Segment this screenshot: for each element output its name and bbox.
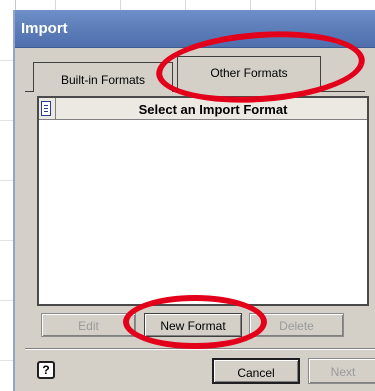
background-column-tick	[250, 0, 251, 10]
tab-label: Built-in Formats	[60, 73, 146, 87]
background-column-tick	[55, 0, 56, 10]
title-bar[interactable]: Import	[15, 10, 375, 48]
import-format-list[interactable]: Select an Import Format	[37, 96, 369, 306]
edit-button[interactable]: Edit	[41, 313, 136, 337]
help-icon[interactable]: ?	[37, 361, 55, 379]
new-format-button[interactable]: New Format	[144, 313, 242, 337]
background-top-strip	[0, 0, 375, 10]
background-column-tick	[315, 0, 316, 10]
dialog-title: Import	[21, 20, 68, 37]
next-button[interactable]: Next	[308, 358, 375, 384]
list-header: Select an Import Format	[39, 98, 367, 120]
delete-button[interactable]: Delete	[249, 313, 344, 337]
list-header-title: Select an Import Format	[138, 102, 288, 117]
tab-other-formats[interactable]: Other Formats	[177, 56, 321, 92]
list-header-divider	[55, 98, 56, 120]
footer-divider-highlight	[25, 349, 375, 350]
background-column-tick	[120, 0, 121, 10]
import-dialog: Import Built-in Formats Other Formats Se…	[13, 10, 375, 391]
tab-built-in-formats[interactable]: Built-in Formats	[33, 62, 173, 92]
column-chooser-icon[interactable]	[41, 101, 51, 116]
tab-label: Other Formats	[210, 66, 288, 80]
background-column-tick	[185, 0, 186, 10]
cancel-button[interactable]: Cancel	[212, 358, 300, 384]
